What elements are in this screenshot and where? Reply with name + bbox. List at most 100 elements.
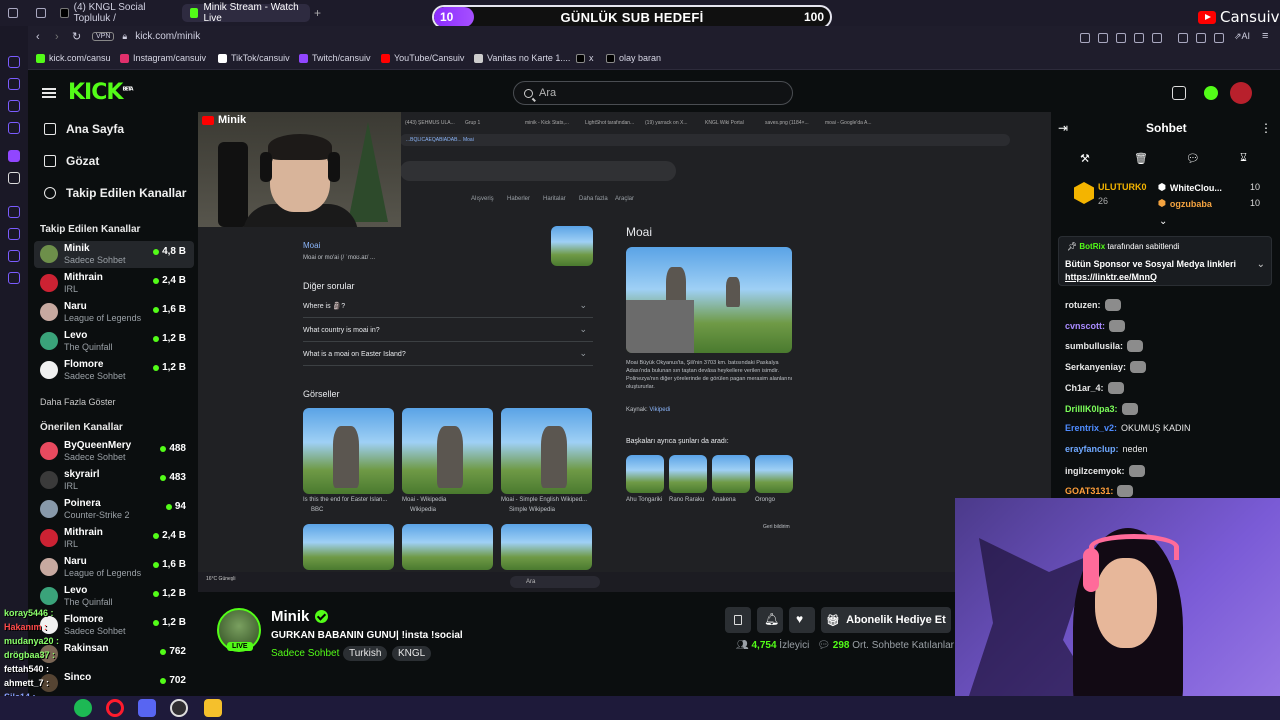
chat-message[interactable]: ingilzcemyok: (1065, 464, 1145, 477)
bookmark-x[interactable]: x (576, 53, 594, 63)
workspace-icon[interactable] (8, 78, 20, 90)
chat-message[interactable]: GOAT3131: (1065, 485, 1134, 498)
camera-icon[interactable] (1116, 33, 1126, 43)
channel-item[interactable]: Mithrain IRL 2,4 B (34, 525, 194, 552)
chat-message[interactable]: Erentrix_v2: OKUMUŞ KADIN (1065, 423, 1191, 433)
chat-username[interactable]: erayfanclup: (1065, 444, 1119, 454)
opera-icon[interactable] (106, 699, 124, 717)
tab-kngl-social[interactable]: (4) KNGL Social Topluluk / (52, 2, 178, 24)
hammer-icon[interactable]: ⚒ (1080, 152, 1092, 165)
channel-item[interactable]: Naru League of Legends 1,6 B (34, 554, 194, 581)
channel-item[interactable]: skyrairl IRL 483 (34, 467, 194, 494)
tag-turkish[interactable]: Turkish (343, 646, 388, 661)
kick-coin-icon[interactable] (1204, 86, 1218, 100)
folder-icon[interactable] (204, 699, 222, 717)
slow-mode-icon[interactable]: ⌛︎ (1240, 152, 1252, 164)
heart-icon[interactable] (1152, 33, 1162, 43)
forward-icon[interactable]: › (55, 31, 59, 43)
expand-gifters-icon[interactable]: ⌄ (1159, 216, 1167, 227)
tab-minik-stream[interactable]: Minik Stream - Watch Live (182, 2, 310, 24)
extensions-icon[interactable] (1178, 33, 1188, 43)
back-icon[interactable]: ‹ (36, 31, 40, 43)
chat-message[interactable]: sumbullusila: (1065, 340, 1144, 353)
clip-button[interactable] (725, 607, 751, 633)
instagram-icon[interactable] (8, 122, 20, 134)
stream-icon[interactable] (1172, 86, 1186, 100)
gifter-1[interactable]: ULUTURK0 (1098, 182, 1147, 192)
tab-islands-icon[interactable] (36, 8, 46, 18)
chat-username[interactable]: ingilzcemyok: (1065, 466, 1125, 476)
gift-subscription-button[interactable]: 🎁︎ Abonelik Hediye Et (821, 607, 951, 633)
channel-name[interactable]: Minik (271, 608, 329, 625)
bookmark-tiktok[interactable]: TikTok/cansuiv (218, 53, 290, 63)
obs-icon[interactable] (170, 699, 188, 717)
bookmark-instagram[interactable]: Instagram/cansuiv (120, 53, 206, 63)
menu-icon[interactable]: ≡ (1262, 30, 1268, 42)
chat-username[interactable]: Ch1ar_4: (1065, 383, 1104, 393)
pin-icon[interactable] (1080, 33, 1090, 43)
play-icon[interactable] (1134, 33, 1144, 43)
bookmark-vanitas[interactable]: Vanitas no Karte 1.... (474, 53, 570, 63)
tag-kngl[interactable]: KNGL (392, 646, 432, 661)
chat-username[interactable]: Erentrix_v2: (1065, 423, 1117, 433)
chat-options-icon[interactable]: ⋮ (1260, 121, 1272, 135)
gifter-2[interactable]: ⬢ WhiteClou... (1158, 182, 1222, 193)
aria-icon[interactable] (8, 56, 20, 68)
chat-message[interactable]: Serkanyeniay: (1065, 361, 1147, 374)
chat-message[interactable]: DrillIK0lpa3: (1065, 402, 1138, 415)
chat-message[interactable]: Ch1ar_4: (1065, 381, 1124, 394)
bookmark-kick[interactable]: kick.com/cansu (36, 53, 111, 63)
channel-item[interactable]: ByQueenMery Sadece Sohbet 488 (34, 438, 194, 465)
show-more-link[interactable]: Daha Fazla Göster (40, 397, 116, 407)
search-input[interactable]: Ara (513, 81, 793, 105)
chat-username[interactable]: sumbullusila: (1065, 341, 1123, 351)
collapse-chat-icon[interactable]: ⇥ (1058, 121, 1068, 135)
twitch-icon[interactable] (8, 150, 20, 162)
hamburger-icon[interactable] (42, 88, 56, 98)
chat-message[interactable]: erayfanclup: neden (1065, 444, 1148, 454)
url-field[interactable]: kick.com/minik (135, 31, 200, 42)
player-icon[interactable] (8, 206, 20, 218)
nav-browse[interactable]: Gözat (44, 154, 99, 168)
avatar[interactable] (1230, 82, 1252, 104)
channel-item[interactable]: Naru League of Legends 1,6 B (34, 299, 194, 326)
nav-home[interactable]: Ana Sayfa (44, 122, 124, 136)
channel-item[interactable]: Poinera Counter-Strike 2 94 (34, 496, 194, 523)
screenshot-icon[interactable] (1098, 33, 1108, 43)
ai-button[interactable]: ⇗AI (1234, 31, 1250, 42)
channel-item[interactable]: Levo The Quinfall 1,2 B (34, 328, 194, 355)
expand-pin-icon[interactable]: ⌄ (1257, 259, 1265, 270)
channel-item[interactable]: Minik Sadece Sohbet 4,8 B (34, 241, 194, 268)
channel-item[interactable]: Flomore Sadece Sohbet 1,2 B (34, 612, 194, 639)
bookmark-olay-baran[interactable]: olay baran (606, 53, 661, 63)
pinned-link[interactable]: https://linktr.ee/MnnQ (1065, 272, 1157, 282)
discord-icon[interactable] (138, 699, 156, 717)
bookmark-youtube[interactable]: YouTube/Cansuiv (381, 53, 464, 63)
reload-icon[interactable]: ↻ (72, 30, 81, 43)
trash-icon[interactable]: 🗑︎ (1134, 152, 1148, 165)
x-icon[interactable] (8, 172, 20, 184)
bookmark-twitch[interactable]: Twitch/cansuiv (299, 53, 371, 63)
chat-mode-icon[interactable]: 💬︎ (1186, 152, 1200, 165)
kick-logo[interactable]: KICKBETA (68, 80, 134, 105)
notification-button[interactable]: 🔔︎ (757, 607, 783, 633)
extensions-icon[interactable] (8, 250, 20, 262)
gifter-3[interactable]: ⬢ ogzubaba (1158, 198, 1212, 209)
chat-message[interactable]: cvnscott: (1065, 319, 1126, 332)
download-icon[interactable] (1214, 33, 1224, 43)
chat-username[interactable]: DrillIK0lpa3: (1065, 404, 1118, 414)
messenger-icon[interactable] (8, 100, 20, 112)
follow-button[interactable]: ♥ (789, 607, 815, 633)
nav-following[interactable]: Takip Edilen Kanallar (44, 186, 186, 200)
chat-username[interactable]: rotuzen: (1065, 300, 1101, 310)
settings-icon[interactable] (8, 272, 20, 284)
opera-menu-icon[interactable] (8, 8, 18, 18)
vpn-badge[interactable]: VPN (92, 32, 115, 41)
chat-message[interactable]: rotuzen: (1065, 299, 1121, 311)
chat-username[interactable]: GOAT3131: (1065, 486, 1113, 496)
channel-item[interactable]: Sinco 702 (34, 670, 194, 697)
history-icon[interactable] (8, 228, 20, 240)
channel-item[interactable]: Levo The Quinfall 1,2 B (34, 583, 194, 610)
stream-category[interactable]: Sadece Sohbet (271, 648, 339, 659)
chat-username[interactable]: Serkanyeniay: (1065, 362, 1126, 372)
